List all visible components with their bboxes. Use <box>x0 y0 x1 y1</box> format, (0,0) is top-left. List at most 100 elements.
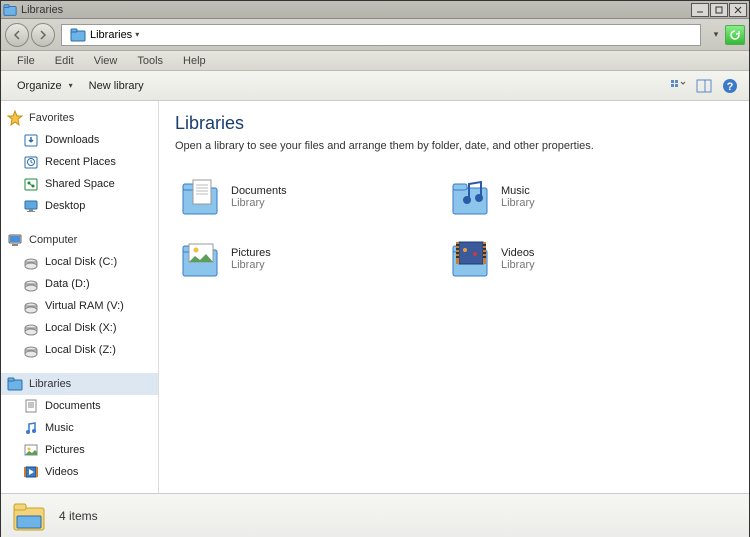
sidebar-item-videos[interactable]: Videos <box>1 461 158 483</box>
back-button[interactable] <box>5 23 29 47</box>
sidebar-libraries-header[interactable]: Libraries <box>1 373 158 395</box>
status-count: 4 items <box>59 509 98 523</box>
minimize-button[interactable] <box>691 3 709 17</box>
menu-tools[interactable]: Tools <box>127 53 173 69</box>
disk-icon <box>23 342 39 358</box>
new-library-label: New library <box>89 80 144 92</box>
close-button[interactable] <box>729 3 747 17</box>
menubar: File Edit View Tools Help <box>1 51 749 71</box>
new-library-button[interactable]: New library <box>81 76 152 96</box>
sidebar-favorites-header[interactable]: Favorites <box>1 107 158 129</box>
music-icon <box>23 420 39 436</box>
library-tile-pictures[interactable]: Pictures Library <box>175 234 405 284</box>
computer-icon <box>7 232 23 248</box>
documents-icon <box>23 398 39 414</box>
sidebar-computer-label: Computer <box>29 234 77 246</box>
address-bar[interactable]: Libraries ▾ <box>61 24 701 46</box>
breadcrumb-libraries[interactable]: Libraries ▾ <box>66 27 143 43</box>
sidebar-item-label: Shared Space <box>45 178 115 190</box>
music-library-icon <box>449 176 491 218</box>
sidebar-item-local-disk-z[interactable]: Local Disk (Z:) <box>1 339 158 361</box>
tile-name: Pictures <box>231 247 271 259</box>
tile-name: Documents <box>231 185 287 197</box>
sidebar-item-music[interactable]: Music <box>1 417 158 439</box>
libraries-large-icon <box>11 498 47 534</box>
navbar: Libraries ▾ ▾ <box>1 19 749 51</box>
library-tile-documents[interactable]: Documents Library <box>175 172 405 222</box>
sidebar-item-label: Local Disk (X:) <box>45 322 117 334</box>
library-grid: Documents Library Music Library <box>175 172 733 284</box>
menu-edit[interactable]: Edit <box>45 53 84 69</box>
svg-text:?: ? <box>727 81 734 93</box>
sidebar-computer-header[interactable]: Computer <box>1 229 158 251</box>
window-icon <box>3 3 17 17</box>
sidebar-libraries-label: Libraries <box>29 378 71 390</box>
sidebar-item-documents[interactable]: Documents <box>1 395 158 417</box>
sidebar-item-data-d[interactable]: Data (D:) <box>1 273 158 295</box>
shared-icon <box>23 176 39 192</box>
recent-icon <box>23 154 39 170</box>
content: Favorites Downloads Recent Places Shared… <box>1 101 749 493</box>
disk-icon <box>23 298 39 314</box>
help-button[interactable]: ? <box>719 75 741 97</box>
page-subtitle: Open a library to see your files and arr… <box>175 140 733 152</box>
sidebar-item-label: Virtual RAM (V:) <box>45 300 124 312</box>
star-icon <box>7 110 23 126</box>
menu-view[interactable]: View <box>84 53 128 69</box>
disk-icon <box>23 276 39 292</box>
sidebar-item-label: Documents <box>45 400 101 412</box>
sidebar: Favorites Downloads Recent Places Shared… <box>1 101 159 493</box>
sidebar-item-label: Videos <box>45 466 78 478</box>
main-pane: Libraries Open a library to see your fil… <box>159 101 749 493</box>
libraries-icon <box>7 376 23 392</box>
desktop-icon <box>23 198 39 214</box>
libraries-icon <box>70 27 86 43</box>
download-icon <box>23 132 39 148</box>
breadcrumb-label: Libraries <box>90 29 132 41</box>
sidebar-favorites-label: Favorites <box>29 112 74 124</box>
videos-icon <box>23 464 39 480</box>
pictures-icon <box>23 442 39 458</box>
forward-button[interactable] <box>31 23 55 47</box>
sidebar-item-pictures[interactable]: Pictures <box>1 439 158 461</box>
organize-button[interactable]: Organize ▾ <box>9 76 81 96</box>
sidebar-item-virtual-ram-v[interactable]: Virtual RAM (V:) <box>1 295 158 317</box>
sidebar-item-label: Downloads <box>45 134 99 146</box>
chevron-down-icon: ▾ <box>135 30 139 39</box>
sidebar-item-label: Recent Places <box>45 156 116 168</box>
toolbar: Organize ▾ New library ? <box>1 71 749 101</box>
sidebar-item-local-disk-x[interactable]: Local Disk (X:) <box>1 317 158 339</box>
statusbar: 4 items <box>1 493 749 537</box>
view-options-button[interactable] <box>667 75 689 97</box>
tile-name: Videos <box>501 247 535 259</box>
preview-pane-button[interactable] <box>693 75 715 97</box>
menu-file[interactable]: File <box>7 53 45 69</box>
disk-icon <box>23 320 39 336</box>
tile-type: Library <box>231 197 287 209</box>
maximize-button[interactable] <box>710 3 728 17</box>
library-tile-music[interactable]: Music Library <box>445 172 675 222</box>
tile-type: Library <box>501 197 535 209</box>
address-dropdown-button[interactable]: ▾ <box>707 26 725 44</box>
sidebar-item-recent-places[interactable]: Recent Places <box>1 151 158 173</box>
sidebar-item-local-disk-c[interactable]: Local Disk (C:) <box>1 251 158 273</box>
refresh-button[interactable] <box>725 25 745 45</box>
titlebar: Libraries <box>1 1 749 19</box>
sidebar-item-label: Pictures <box>45 444 85 456</box>
menu-help[interactable]: Help <box>173 53 216 69</box>
videos-library-icon <box>449 238 491 280</box>
window-title: Libraries <box>21 4 690 16</box>
tile-name: Music <box>501 185 535 197</box>
sidebar-item-shared-space[interactable]: Shared Space <box>1 173 158 195</box>
sidebar-item-label: Local Disk (C:) <box>45 256 117 268</box>
sidebar-item-desktop[interactable]: Desktop <box>1 195 158 217</box>
organize-label: Organize <box>17 80 62 92</box>
page-title: Libraries <box>175 113 733 134</box>
library-tile-videos[interactable]: Videos Library <box>445 234 675 284</box>
pictures-library-icon <box>179 238 221 280</box>
tile-type: Library <box>231 259 271 271</box>
chevron-down-icon: ▾ <box>69 81 73 90</box>
sidebar-item-downloads[interactable]: Downloads <box>1 129 158 151</box>
sidebar-item-label: Data (D:) <box>45 278 90 290</box>
sidebar-item-label: Music <box>45 422 74 434</box>
